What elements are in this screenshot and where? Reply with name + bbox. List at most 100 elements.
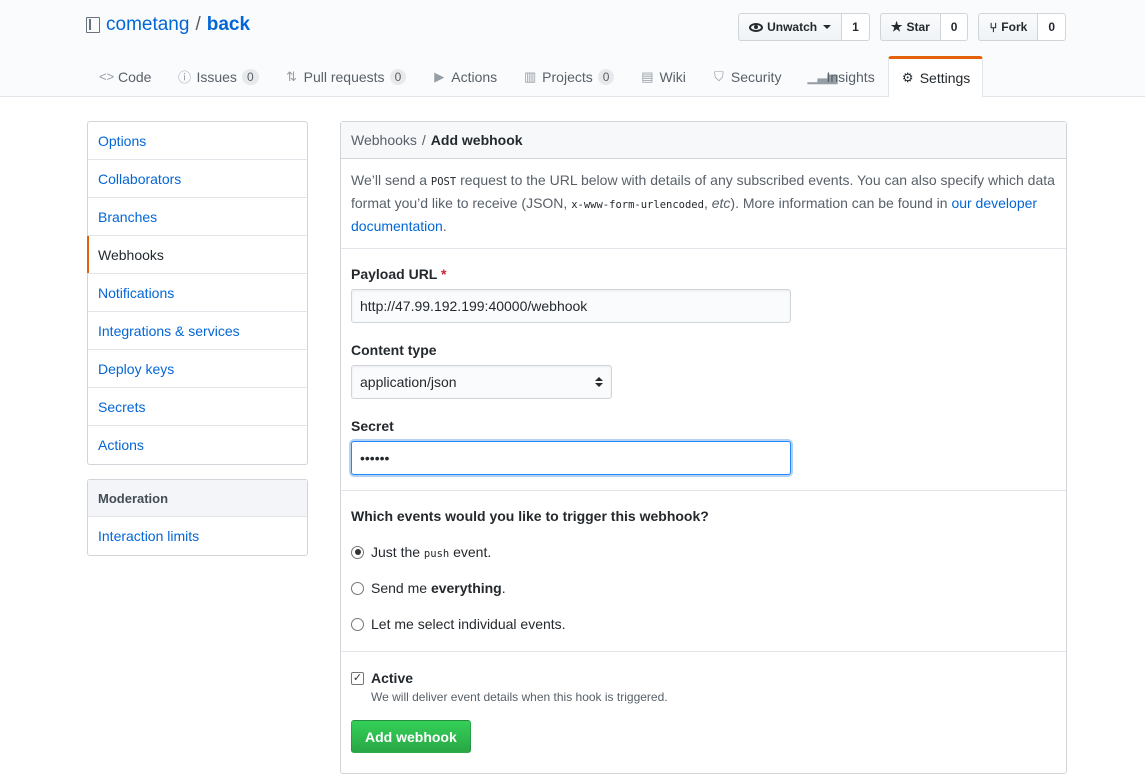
content-type-value: application/json xyxy=(360,374,457,390)
event-option-label: Just the push event. xyxy=(371,544,491,560)
star-icon: ★ xyxy=(890,19,903,34)
push-code: push xyxy=(423,548,450,560)
tab-label: Code xyxy=(118,68,152,85)
repo-header: cometang / back Unwatch 1 ★ Star 0 ⑂ For… xyxy=(0,0,1145,97)
tab-counter: 0 xyxy=(389,68,407,85)
intro-text-part: We’ll send a xyxy=(351,172,431,188)
settings-menu: Options Collaborators Branches Webhooks … xyxy=(87,121,308,465)
pull-request-icon: ⇅ xyxy=(286,68,298,84)
tab-security[interactable]: ⛉ Security xyxy=(699,56,795,96)
tab-label: Actions xyxy=(451,68,498,85)
tab-pull-requests[interactable]: ⇅ Pull requests 0 xyxy=(272,56,420,96)
unwatch-button[interactable]: Unwatch xyxy=(738,13,843,41)
unwatch-label: Unwatch xyxy=(767,20,818,34)
tab-insights[interactable]: ▁▃▅ Insights xyxy=(794,56,887,96)
forks-count[interactable]: 0 xyxy=(1038,13,1066,41)
post-code: POST xyxy=(430,176,457,188)
shield-icon: ⛉ xyxy=(713,68,724,84)
active-section: ✓ Active We will deliver event details w… xyxy=(341,652,1066,773)
tab-label: Insights xyxy=(826,68,875,85)
intro-text-part: , xyxy=(703,195,712,211)
tab-label: Settings xyxy=(919,70,971,86)
tab-settings[interactable]: ⚙ Settings xyxy=(887,56,984,97)
moderation-menu: Moderation Interaction limits xyxy=(87,479,308,556)
active-row: ✓ Active xyxy=(351,670,1056,686)
moderation-heading: Moderation xyxy=(88,480,307,517)
sidebar-item-secrets[interactable]: Secrets xyxy=(88,388,307,426)
issue-icon: ⓘ xyxy=(177,70,191,85)
event-option-push[interactable]: Just the push event. xyxy=(351,534,1056,570)
code-icon: <> xyxy=(99,69,115,84)
fork-group: ⑂ Fork 0 xyxy=(978,13,1066,41)
sidebar-item-branches[interactable]: Branches xyxy=(88,198,307,236)
gear-icon: ⚙ xyxy=(901,70,914,85)
repo-name-link[interactable]: back xyxy=(207,14,250,36)
add-webhook-form: Webhooks / Add webhook We’ll send a POST… xyxy=(340,121,1067,774)
sidebar-item-actions[interactable]: Actions xyxy=(88,426,307,464)
breadcrumb-separator: / xyxy=(421,132,426,148)
sidebar-item-deploy-keys[interactable]: Deploy keys xyxy=(88,350,307,388)
tab-counter: 0 xyxy=(597,68,615,85)
select-arrows-icon xyxy=(595,377,603,387)
tab-wiki[interactable]: ▤ Wiki xyxy=(627,56,698,96)
radio-push[interactable] xyxy=(351,545,364,559)
urlencoded-code: x-www-form-urlencoded xyxy=(571,199,704,211)
tab-label: Issues xyxy=(196,68,237,85)
event-option-text: Just the xyxy=(371,544,424,560)
repo-owner-link[interactable]: cometang xyxy=(106,14,189,36)
tab-label: Wiki xyxy=(659,68,686,85)
fork-icon: ⑂ xyxy=(989,19,998,35)
secret-input[interactable]: •••••• xyxy=(351,441,791,475)
event-option-text: Send me xyxy=(371,580,431,596)
eye-icon xyxy=(749,22,764,32)
stargazers-count[interactable]: 0 xyxy=(940,13,969,41)
breadcrumb-current: Add webhook xyxy=(430,132,523,148)
watch-group: Unwatch 1 xyxy=(738,13,870,41)
intro-text-part: ). More information can be found in xyxy=(730,195,952,211)
breadcrumb: Webhooks / Add webhook xyxy=(341,122,1066,159)
required-mark: * xyxy=(441,266,447,282)
star-group: ★ Star 0 xyxy=(879,13,969,41)
payload-url-input[interactable]: http://47.99.192.199:40000/webhook xyxy=(351,289,791,323)
event-option-text: . xyxy=(501,580,506,596)
event-option-label: Send me everything. xyxy=(371,580,506,596)
event-option-everything[interactable]: Send me everything. xyxy=(351,570,1056,606)
content-type-select[interactable]: application/json xyxy=(351,365,612,399)
tab-issues[interactable]: ⓘ Issues 0 xyxy=(164,56,271,96)
sidebar-item-interaction-limits[interactable]: Interaction limits xyxy=(88,517,307,555)
config-section: Payload URL * http://47.99.192.199:40000… xyxy=(341,249,1066,491)
repo-icon xyxy=(86,17,100,33)
caret-down-icon xyxy=(823,25,832,29)
tab-actions[interactable]: ▶ Actions xyxy=(419,56,510,96)
sidebar-item-options[interactable]: Options xyxy=(88,122,307,160)
repo-title: cometang / back xyxy=(86,14,250,36)
graph-icon: ▁▃▅ xyxy=(807,68,838,84)
events-section: Which events would you like to trigger t… xyxy=(341,491,1066,652)
intro-text: We’ll send a POST request to the URL bel… xyxy=(341,159,1066,249)
fork-label: Fork xyxy=(1001,20,1028,34)
tab-code[interactable]: <> Code xyxy=(86,56,164,96)
add-webhook-button[interactable]: Add webhook xyxy=(351,720,471,753)
content-type-label: Content type xyxy=(351,342,437,358)
active-checkbox[interactable]: ✓ xyxy=(351,671,364,685)
sidebar-item-webhooks[interactable]: Webhooks xyxy=(87,236,307,274)
payload-url-label: Payload URL * xyxy=(351,266,1056,282)
sidebar-item-integrations[interactable]: Integrations & services xyxy=(88,312,307,350)
watchers-count[interactable]: 1 xyxy=(842,13,870,41)
radio-everything[interactable] xyxy=(351,581,364,595)
fork-button[interactable]: ⑂ Fork xyxy=(978,13,1039,41)
active-note: We will deliver event details when this … xyxy=(371,690,668,704)
sidebar-item-collaborators[interactable]: Collaborators xyxy=(88,160,307,198)
star-button[interactable]: ★ Star xyxy=(879,13,941,41)
radio-individual[interactable] xyxy=(351,617,364,631)
tab-label: Pull requests xyxy=(303,68,385,85)
secret-label: Secret xyxy=(351,418,394,434)
sidebar-item-notifications[interactable]: Notifications xyxy=(88,274,307,312)
payload-url-label-text: Payload URL xyxy=(351,266,438,282)
tab-projects[interactable]: ▥ Projects 0 xyxy=(510,56,627,96)
breadcrumb-webhooks-link[interactable]: Webhooks xyxy=(351,132,417,148)
event-option-text: event. xyxy=(449,544,492,560)
repo-nav: <> Code ⓘ Issues 0 ⇅ Pull requests 0 ▶ A… xyxy=(86,56,984,97)
event-option-individual[interactable]: Let me select individual events. xyxy=(351,606,1056,642)
active-label: Active xyxy=(371,670,414,686)
